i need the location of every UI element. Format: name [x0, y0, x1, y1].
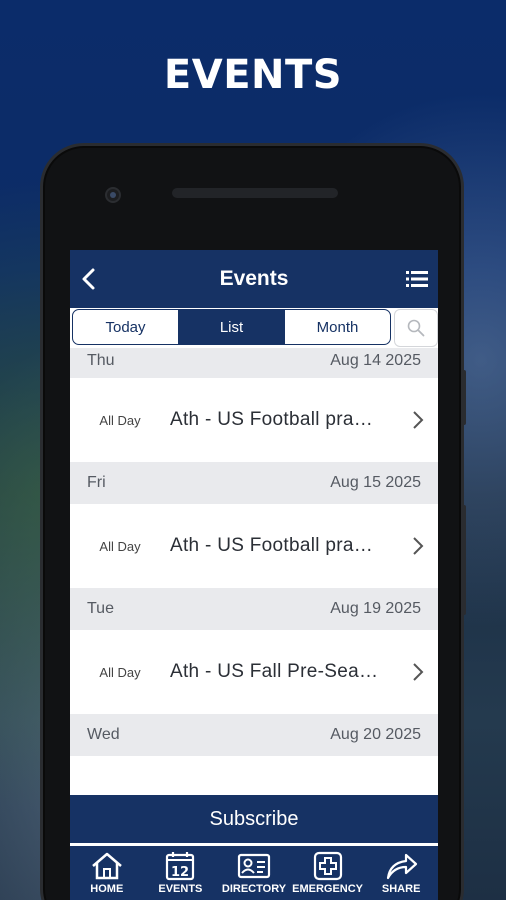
chevron-right-icon — [413, 411, 424, 429]
tab-emergency-label: EMERGENCY — [292, 883, 364, 895]
date-label: Aug 19 2025 — [330, 600, 421, 617]
view-selector-row: Today List Month — [70, 308, 438, 348]
phone-volume-button — [461, 505, 466, 615]
event-time: All Day — [99, 664, 141, 680]
view-segmented-control: Today List Month — [72, 309, 391, 345]
medical-cross-icon — [313, 851, 342, 881]
tab-month[interactable]: Month — [285, 310, 390, 344]
tab-share-label: SHARE — [381, 883, 421, 895]
tab-share[interactable]: SHARE — [364, 846, 438, 900]
weekday-label: Fri — [87, 474, 106, 491]
earpiece-speaker — [172, 188, 338, 198]
calendar-icon: 12 — [166, 852, 195, 881]
event-row[interactable]: All Day Ath - US Football pra… — [70, 378, 438, 462]
tab-directory[interactable]: DIRECTORY — [217, 846, 291, 900]
tab-events[interactable]: 12 EVENTS — [144, 846, 218, 900]
events-list[interactable]: Thu Aug 14 2025 All Day Ath - US Footbal… — [70, 348, 438, 803]
weekday-label: Tue — [87, 600, 114, 617]
back-arrow-icon[interactable] — [78, 267, 102, 291]
page-title: Events — [219, 267, 289, 290]
home-icon — [91, 852, 122, 880]
event-row[interactable]: All Day Ath - US Fall Pre-Sea… — [70, 630, 438, 714]
app-screen: Events Today List Month Thu Aug 14 2025 … — [70, 250, 438, 900]
bottom-tab-bar: HOME 12 EVENTS DIRECTORY EMERGENCY SHARE — [70, 846, 438, 900]
weekday-label: Wed — [87, 726, 120, 743]
event-name: Ath - US Football pra… — [170, 535, 374, 556]
date-header: Thu Aug 14 2025 — [70, 348, 438, 378]
tab-emergency[interactable]: EMERGENCY — [291, 846, 365, 900]
tab-list[interactable]: List — [179, 310, 285, 344]
phone-side-button — [461, 370, 466, 425]
event-time: All Day — [99, 412, 141, 428]
front-camera — [105, 187, 121, 203]
promo-headline: EVENTS — [163, 52, 343, 98]
date-label: Aug 14 2025 — [330, 352, 421, 369]
tab-today[interactable]: Today — [73, 310, 179, 344]
date-header: Tue Aug 19 2025 — [70, 588, 438, 630]
event-name: Ath - US Football pra… — [170, 409, 374, 430]
tab-home[interactable]: HOME — [70, 846, 144, 900]
chevron-right-icon — [413, 663, 424, 681]
directory-card-icon — [237, 853, 271, 879]
chevron-right-icon — [413, 537, 424, 555]
share-arrow-icon — [387, 853, 418, 880]
subscribe-button[interactable]: Subscribe — [70, 795, 438, 843]
date-header: Fri Aug 15 2025 — [70, 462, 438, 504]
calendar-icon-number: 12 — [171, 865, 189, 880]
list-menu-icon[interactable] — [406, 270, 428, 288]
tab-home-label: HOME — [90, 883, 124, 895]
event-row[interactable]: All Day Ath - US Football pra… — [70, 504, 438, 588]
weekday-label: Thu — [87, 352, 115, 369]
tab-events-label: EVENTS — [158, 883, 203, 895]
date-label: Aug 15 2025 — [330, 474, 421, 491]
event-time: All Day — [99, 538, 141, 554]
date-label: Aug 20 2025 — [330, 726, 421, 743]
event-name: Ath - US Fall Pre-Sea… — [170, 661, 379, 682]
date-header: Wed Aug 20 2025 — [70, 714, 438, 756]
tab-directory-label: DIRECTORY — [221, 883, 287, 895]
search-icon — [407, 319, 425, 337]
search-button[interactable] — [394, 309, 438, 347]
app-header: Events — [70, 250, 438, 308]
